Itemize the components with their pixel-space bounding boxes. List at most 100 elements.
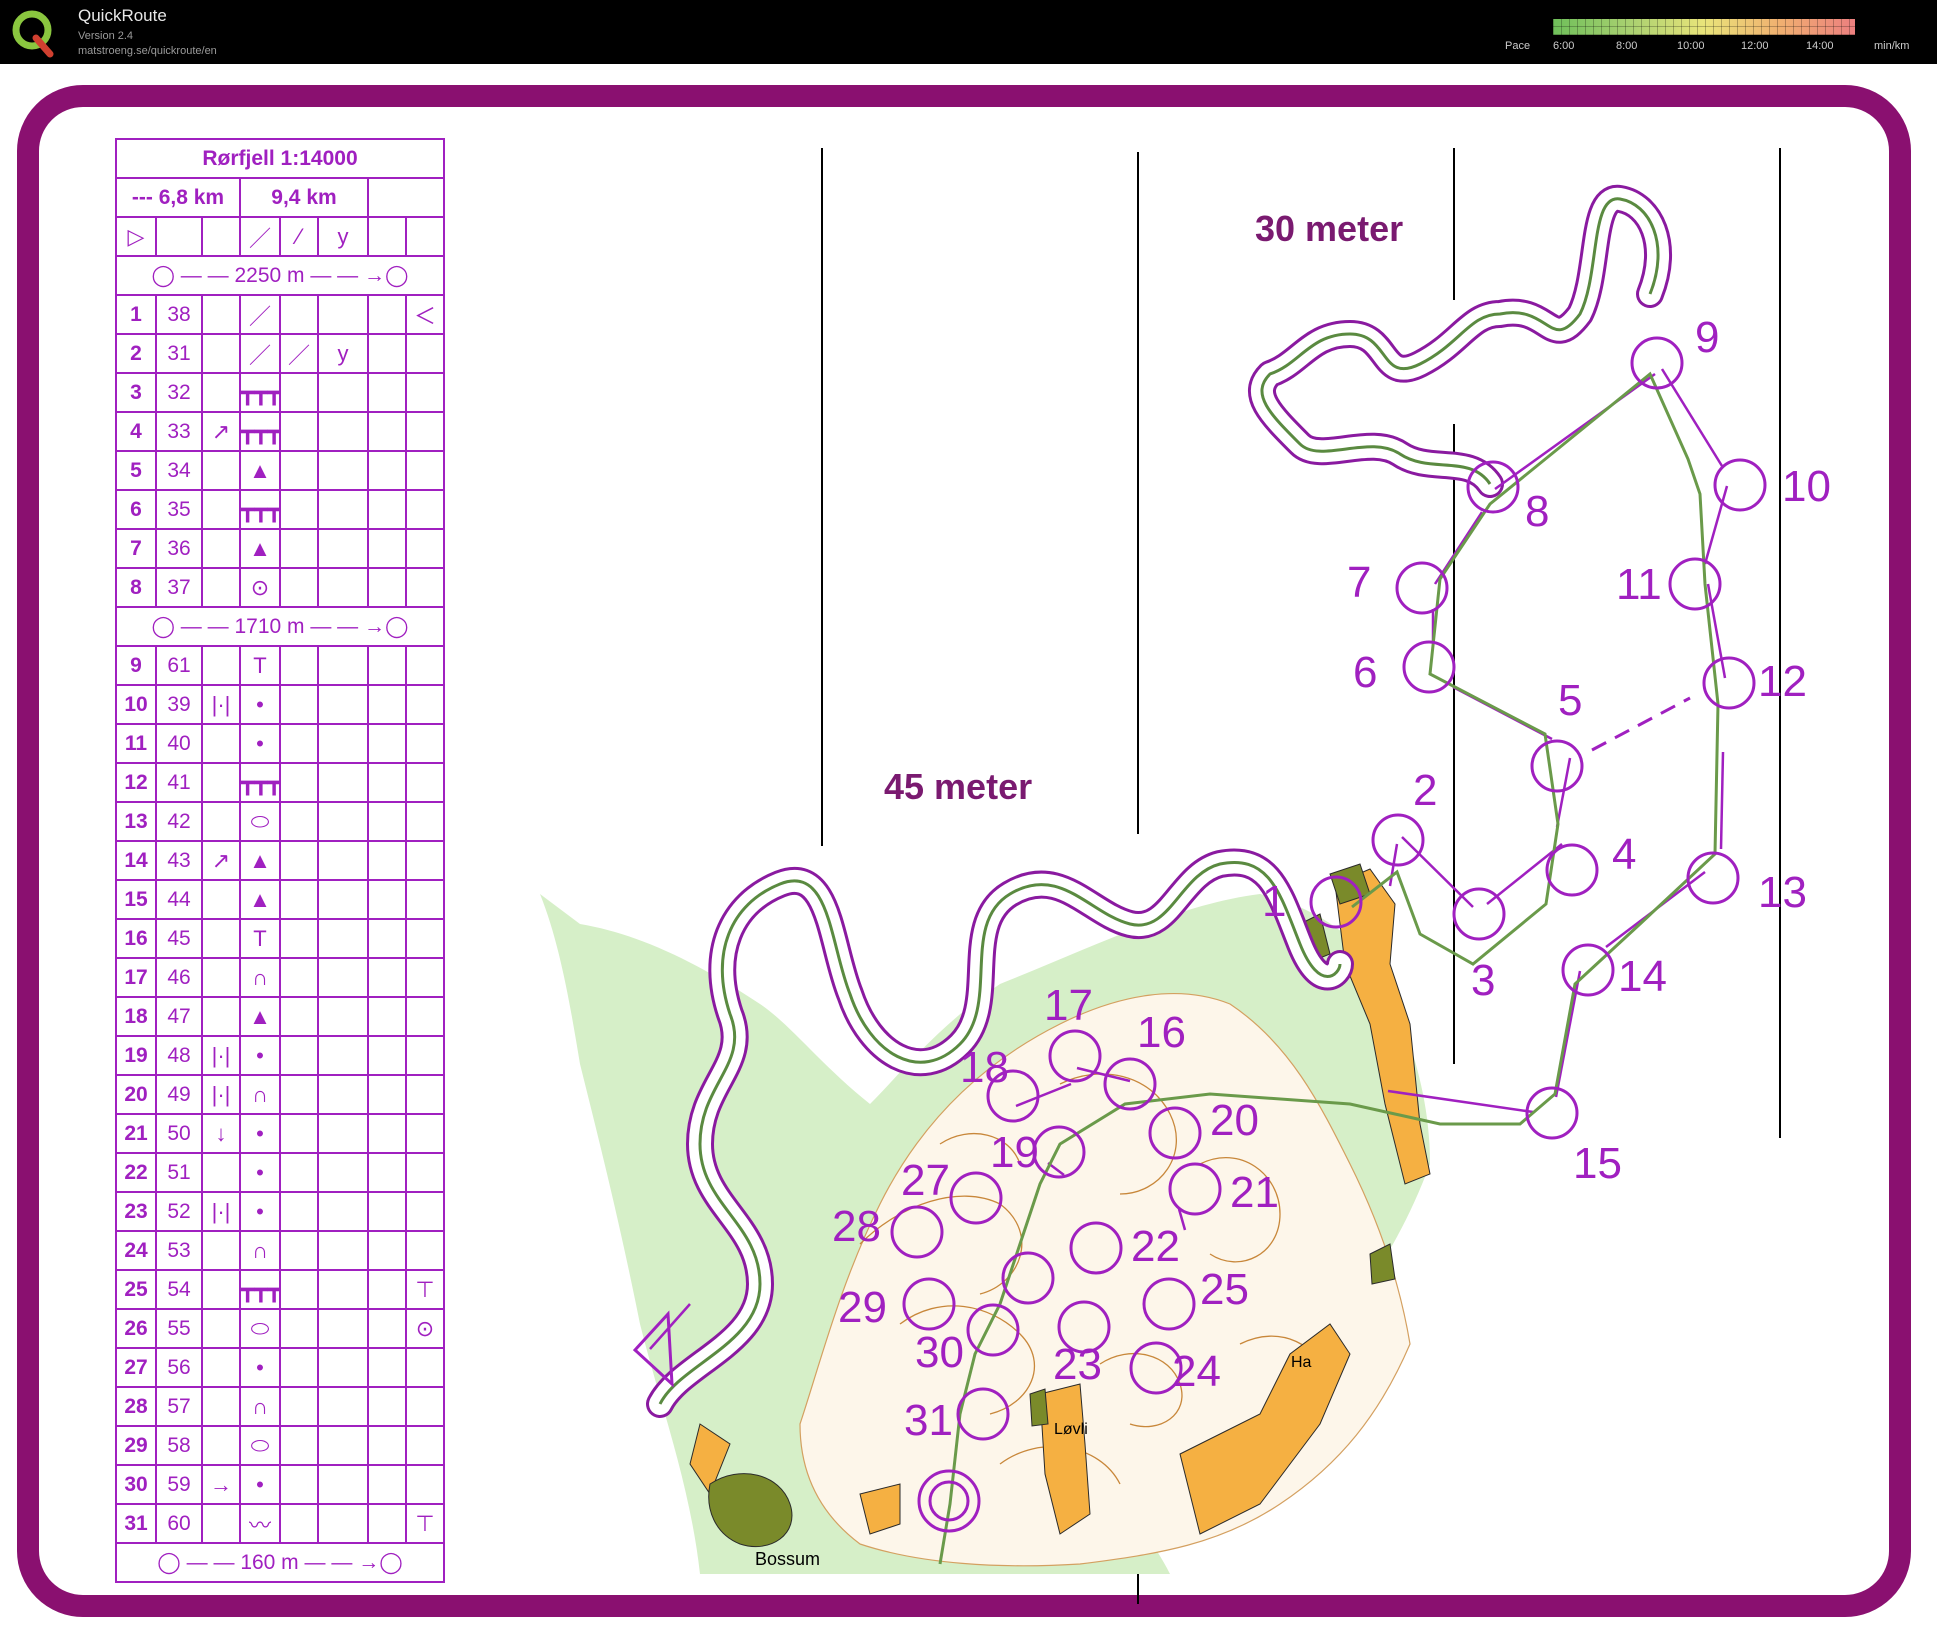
pace-tick: 6:00 (1553, 40, 1575, 52)
control-symbol-cell (317, 411, 369, 452)
control-row: 28 57 ∩ (115, 1386, 445, 1427)
control-symbol-cell (279, 1308, 319, 1349)
course-title: Rørfjell 1:14000 (115, 138, 445, 179)
control-symbol-cell (201, 801, 241, 842)
control-symbol-cell (317, 1425, 369, 1466)
control-symbol-cell (367, 840, 407, 881)
control-number-21: 21 (1230, 1168, 1279, 1217)
control-symbol-cell: ⬭ (239, 1425, 281, 1466)
control-symbol-cell (279, 684, 319, 725)
pace-tick: 10:00 (1677, 40, 1705, 52)
control-symbol-cell (367, 1113, 407, 1154)
control-symbol-cell (367, 996, 407, 1037)
control-symbol-cell (279, 1230, 319, 1271)
control-symbol-cell (317, 1152, 369, 1193)
control-symbol-cell (317, 801, 369, 842)
control-symbol-cell (279, 1425, 319, 1466)
control-symbol-cell (317, 762, 369, 803)
control-symbol-cell (317, 528, 369, 569)
control-symbol-cell (279, 762, 319, 803)
control-symbol-cell: • (239, 1347, 281, 1388)
control-symbol-cell (317, 1503, 369, 1544)
control-symbol-cell (201, 489, 241, 530)
leg-banner: ◯ — — 160 m — — →◯ (115, 1542, 445, 1583)
control-symbol-cell: ＜ (405, 294, 445, 335)
control-symbol-cell (279, 372, 319, 413)
control-symbol-cell (201, 333, 241, 374)
control-symbol-cell (367, 684, 407, 725)
control-number-cell: 4 (115, 411, 157, 452)
control-row: 24 53 ∩ (115, 1230, 445, 1271)
control-symbol-cell (367, 333, 407, 374)
control-number-cell: 2 (115, 333, 157, 374)
control-symbol-cell (405, 1152, 445, 1193)
app-header: QuickRoute Version 2.4 matstroeng.se/qui… (0, 0, 1937, 64)
control-code-cell: 31 (155, 333, 203, 374)
control-symbol-cell (317, 723, 369, 764)
map-canvas[interactable]: 30 meter 45 meter Bossum Løvli Ha 1 2 3 … (0, 64, 1937, 1647)
control-number-cell: 7 (115, 528, 157, 569)
control-code-cell: 51 (155, 1152, 203, 1193)
control-symbol-cell: • (239, 1035, 281, 1076)
control-number-18: 18 (960, 1043, 1009, 1092)
leg-banner: ◯ — — 2250 m — — →◯ (115, 255, 445, 296)
leg-distance: ◯ — — 2250 m — — →◯ (115, 255, 445, 296)
control-symbol-cell (279, 996, 319, 1037)
control-number-cell: 11 (115, 723, 157, 764)
control-symbol-cell: • (239, 1113, 281, 1154)
pace-unit: min/km (1874, 40, 1910, 52)
control-number-cell: 13 (115, 801, 157, 842)
control-symbol-cell (367, 1308, 407, 1349)
control-symbol-cell (367, 957, 407, 998)
control-symbol-cell (317, 957, 369, 998)
control-symbol-cell (317, 372, 369, 413)
control-symbol-cell (367, 1464, 407, 1505)
control-symbol-cell (367, 1269, 407, 1310)
control-symbol-cell: • (239, 723, 281, 764)
control-symbol-cell (405, 489, 445, 530)
control-symbol-cell (405, 957, 445, 998)
control-row: 12 41 ┳┳┳ (115, 762, 445, 803)
control-symbol-cell (367, 801, 407, 842)
control-symbol-cell: ∩ (239, 1230, 281, 1271)
control-number-cell: 17 (115, 957, 157, 998)
control-symbol-cell (279, 879, 319, 920)
label-45m: 45 meter (884, 766, 1032, 807)
control-symbol-cell: y (317, 333, 369, 374)
control-code-cell: 50 (155, 1113, 203, 1154)
control-number-cell: 24 (115, 1230, 157, 1271)
start-row: ▷ ／ ⁄ y (115, 216, 445, 257)
control-symbol-cell (201, 372, 241, 413)
control-row: 21 50 ↓ • (115, 1113, 445, 1154)
control-number-2: 2 (1413, 766, 1437, 815)
pace-color-scale[interactable] (1553, 19, 1855, 35)
control-row: 10 39 |·| • (115, 684, 445, 725)
control-symbol-cell (405, 762, 445, 803)
control-symbol-cell: ▲ (239, 840, 281, 881)
control-symbol-cell (201, 1503, 241, 1544)
control-symbol-cell (279, 294, 319, 335)
control-symbol-cell: ∩ (239, 1386, 281, 1427)
control-symbol-cell (201, 1425, 241, 1466)
control-symbol-cell (367, 1152, 407, 1193)
course-distance-left: --- 6,8 km (115, 177, 241, 218)
control-symbol-cell (317, 1230, 369, 1271)
app-url[interactable]: matstroeng.se/quickroute/en (78, 45, 217, 57)
control-symbol-cell (405, 1386, 445, 1427)
control-code-cell: 56 (155, 1347, 203, 1388)
control-symbol-cell (201, 1230, 241, 1271)
control-row: 31 60 〰 ⊤ (115, 1503, 445, 1544)
control-symbol-cell (405, 1113, 445, 1154)
app-title: QuickRoute (78, 6, 167, 25)
control-number-cell: 31 (115, 1503, 157, 1544)
control-row: 2 31 ／／ y (115, 333, 445, 374)
control-number-25: 25 (1200, 1265, 1249, 1314)
control-number-cell: 22 (115, 1152, 157, 1193)
control-symbol-cell (279, 1386, 319, 1427)
control-symbol-cell (317, 567, 369, 608)
control-symbol-cell (405, 996, 445, 1037)
control-symbol-cell (367, 372, 407, 413)
control-symbol-cell: ⬭ (239, 801, 281, 842)
control-code-cell: 38 (155, 294, 203, 335)
control-number-24: 24 (1172, 1347, 1221, 1396)
